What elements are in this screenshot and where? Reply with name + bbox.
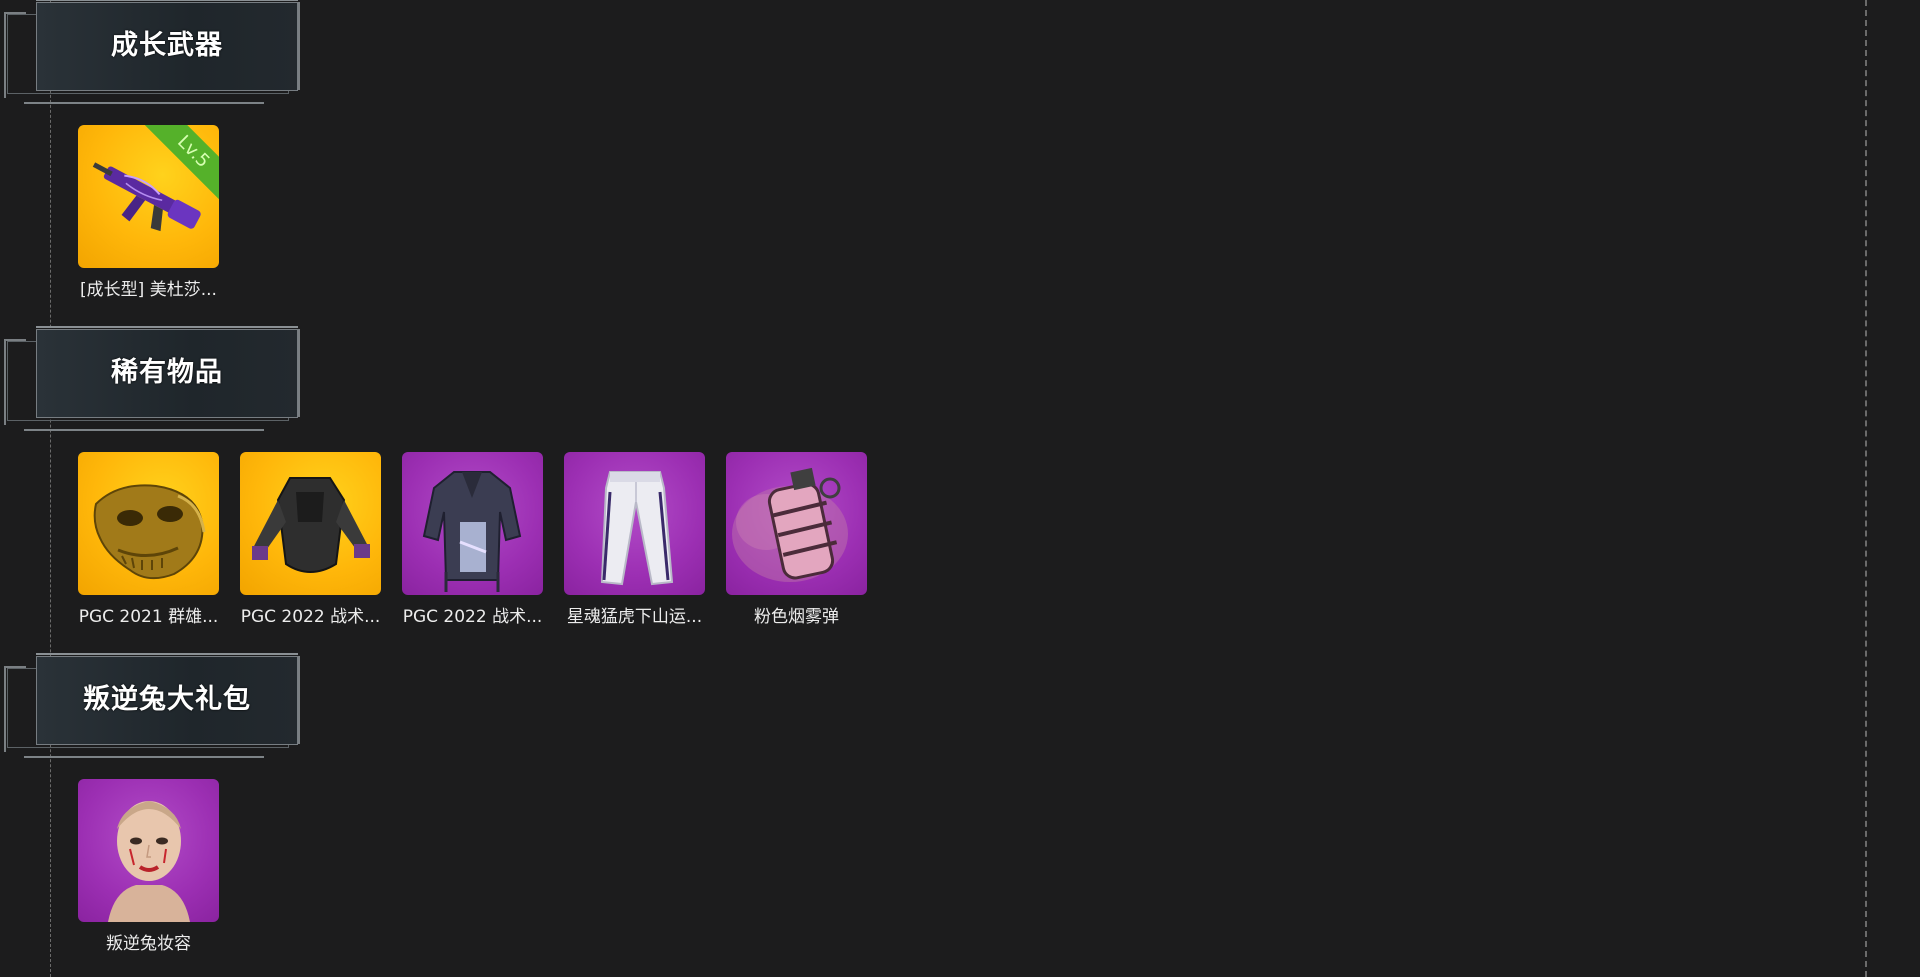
left-dashed-guide	[50, 0, 51, 977]
item-thumbnail: Lv.5	[78, 125, 219, 268]
item-label: PGC 2022 战术...	[402, 607, 543, 627]
section-title: 稀有物品	[111, 357, 223, 388]
item-card[interactable]: PGC 2022 战术...	[240, 452, 381, 627]
item-thumbnail	[78, 779, 219, 922]
item-grid: 叛逆兔妆容	[78, 779, 219, 954]
item-label: 叛逆兔妆容	[106, 934, 191, 954]
item-card[interactable]: 星魂猛虎下山运...	[564, 452, 705, 627]
section-header: 稀有物品	[4, 326, 300, 431]
vest-icon	[252, 477, 370, 573]
item-label: PGC 2021 群雄...	[78, 607, 219, 627]
item-thumbnail	[240, 452, 381, 595]
face-makeup-icon	[108, 801, 190, 922]
mask-icon	[93, 484, 206, 580]
item-thumbnail	[726, 452, 867, 595]
section-title: 叛逆兔大礼包	[83, 684, 251, 715]
item-thumbnail	[564, 452, 705, 595]
section-header: 成长武器	[4, 0, 300, 104]
item-grid: PGC 2021 群雄... PGC 2022 战术... PGC 2022 战…	[78, 452, 867, 627]
item-card[interactable]: PGC 2022 战术...	[402, 452, 543, 627]
item-card[interactable]: Lv.5 [成长型] 美杜莎...	[78, 125, 219, 300]
item-card[interactable]: 叛逆兔妆容	[78, 779, 219, 954]
jacket-icon	[422, 471, 522, 592]
section-header: 叛逆兔大礼包	[4, 653, 300, 758]
smoke-grenade-icon	[732, 467, 848, 582]
item-grid: Lv.5 [成长型] 美杜莎...	[78, 125, 219, 300]
item-thumbnail	[78, 452, 219, 595]
section-title: 成长武器	[111, 30, 223, 61]
item-label: 粉色烟雾弹	[754, 607, 839, 627]
pants-icon	[600, 471, 674, 586]
item-card[interactable]: 粉色烟雾弹	[726, 452, 867, 627]
item-thumbnail	[402, 452, 543, 595]
right-dashed-guide	[1865, 0, 1867, 977]
item-label: 星魂猛虎下山运...	[566, 607, 703, 627]
inventory-page: 成长武器 Lv.5 [成长型] 美杜莎... 稀有物品 PGC 2021 群雄.…	[0, 0, 1920, 977]
item-label: [成长型] 美杜莎...	[80, 280, 217, 300]
item-label: PGC 2022 战术...	[240, 607, 381, 627]
item-card[interactable]: PGC 2021 群雄...	[78, 452, 219, 627]
